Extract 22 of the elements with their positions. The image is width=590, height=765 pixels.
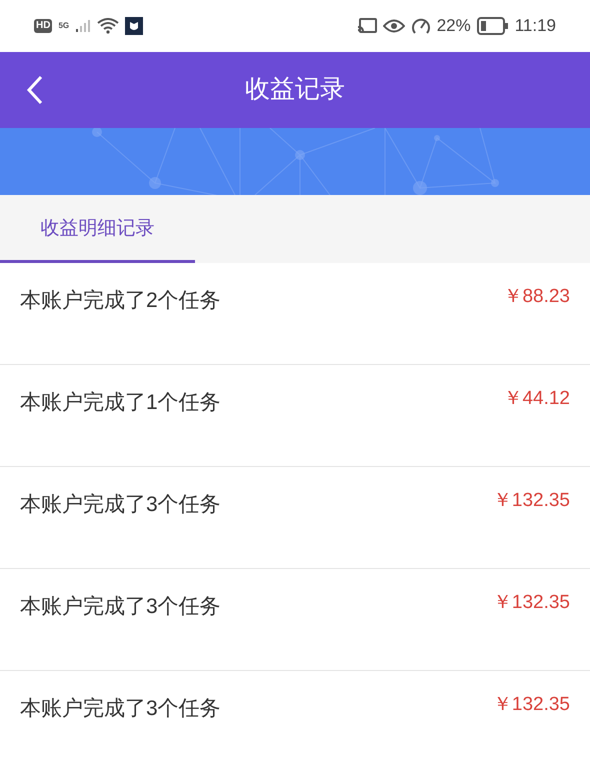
record-amount: ￥132.35 (492, 693, 570, 717)
record-description: 本账户完成了3个任务 (20, 696, 221, 722)
record-description: 本账户完成了2个任务 (20, 288, 221, 314)
battery-icon (476, 17, 509, 35)
record-description: 本账户完成了3个任务 (20, 594, 221, 620)
record-amount: ￥44.12 (503, 387, 570, 411)
cast-icon (356, 18, 377, 34)
battery-percent: 22% (436, 15, 471, 38)
network-label: 5G (58, 20, 70, 32)
speedometer-icon (410, 17, 431, 35)
page-title: 收益记录 (245, 74, 345, 106)
app-icon (125, 17, 144, 35)
signal-icon (75, 19, 92, 33)
wifi-icon (97, 18, 120, 34)
record-description: 本账户完成了1个任务 (20, 390, 221, 416)
record-amount: ￥132.35 (492, 489, 570, 513)
eye-icon (382, 19, 405, 33)
record-amount: ￥88.23 (503, 285, 570, 309)
record-amount: ￥132.35 (492, 591, 570, 615)
hd-badge: HD (34, 19, 52, 33)
record-description: 本账户完成了3个任务 (20, 492, 221, 518)
clock: 11:19 (514, 15, 556, 38)
